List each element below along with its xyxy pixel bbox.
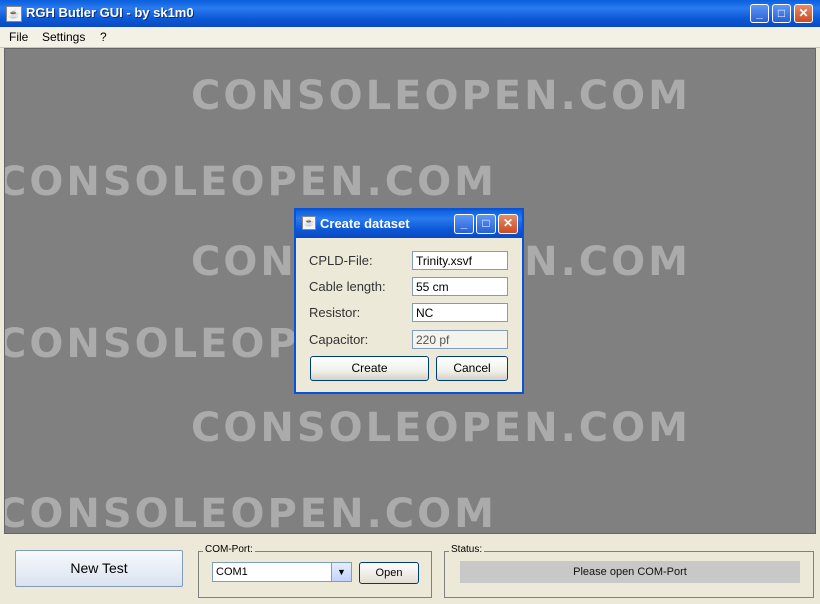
menu-settings[interactable]: Settings bbox=[42, 30, 85, 44]
dialog-maximize-button[interactable]: □ bbox=[476, 214, 496, 234]
java-app-icon: ☕ bbox=[302, 216, 316, 230]
cable-length-label: Cable length: bbox=[309, 279, 386, 294]
bottom-panel: New Test COM-Port: COM1 ▼ Open Status: P… bbox=[0, 536, 820, 604]
dialog-body: CPLD-File: Trinity.xsvf Cable length: 55… bbox=[296, 238, 522, 392]
capacitor-label: Capacitor: bbox=[309, 332, 369, 347]
watermark: CONSOLEOPEN.COM bbox=[4, 491, 497, 534]
title-bar[interactable]: ☕ RGH Butler GUI - by sk1m0 _ □ ✕ bbox=[0, 0, 820, 27]
java-app-icon: ☕ bbox=[6, 6, 22, 22]
watermark: CONSOLEOPEN.COM bbox=[191, 405, 691, 451]
cancel-button[interactable]: Cancel bbox=[436, 356, 508, 381]
com-port-value: COM1 bbox=[216, 566, 248, 578]
cpld-file-field[interactable]: Trinity.xsvf bbox=[412, 251, 508, 270]
watermark: CONSOLEOPEN.COM bbox=[191, 73, 691, 119]
menu-bar: File Settings ? bbox=[0, 27, 820, 48]
capacitor-field: 220 pf bbox=[412, 330, 508, 349]
dialog-title: Create dataset bbox=[320, 216, 410, 231]
new-test-button[interactable]: New Test bbox=[15, 550, 183, 587]
status-text: Please open COM-Port bbox=[460, 561, 800, 583]
open-port-button[interactable]: Open bbox=[359, 562, 419, 584]
watermark: CONSOLEOPEN.COM bbox=[4, 159, 497, 205]
menu-file[interactable]: File bbox=[9, 30, 28, 44]
status-group: Status: Please open COM-Port bbox=[444, 544, 814, 598]
main-window: ☕ RGH Butler GUI - by sk1m0 _ □ ✕ File S… bbox=[0, 0, 820, 604]
minimize-button[interactable]: _ bbox=[750, 4, 769, 23]
cable-length-field[interactable]: 55 cm bbox=[412, 277, 508, 296]
resistor-label: Resistor: bbox=[309, 305, 361, 320]
cpld-file-label: CPLD-File: bbox=[309, 253, 373, 268]
create-button[interactable]: Create bbox=[310, 356, 429, 381]
dialog-close-button[interactable]: ✕ bbox=[498, 214, 518, 234]
resistor-field[interactable]: NC bbox=[412, 303, 508, 322]
menu-help[interactable]: ? bbox=[100, 30, 107, 44]
chevron-down-icon[interactable]: ▼ bbox=[331, 563, 351, 581]
status-legend: Status: bbox=[449, 544, 485, 555]
com-port-legend: COM-Port: bbox=[203, 544, 255, 555]
maximize-button[interactable]: □ bbox=[772, 4, 791, 23]
close-button[interactable]: ✕ bbox=[794, 4, 813, 23]
create-dataset-dialog: ☕ Create dataset _ □ ✕ CPLD-File: Trinit… bbox=[294, 208, 524, 394]
dialog-minimize-button[interactable]: _ bbox=[454, 214, 474, 234]
com-port-group: COM-Port: COM1 ▼ Open bbox=[198, 544, 432, 598]
dialog-title-bar[interactable]: ☕ Create dataset _ □ ✕ bbox=[296, 210, 522, 238]
window-title: RGH Butler GUI - by sk1m0 bbox=[26, 5, 194, 20]
com-port-select[interactable]: COM1 ▼ bbox=[212, 562, 352, 582]
